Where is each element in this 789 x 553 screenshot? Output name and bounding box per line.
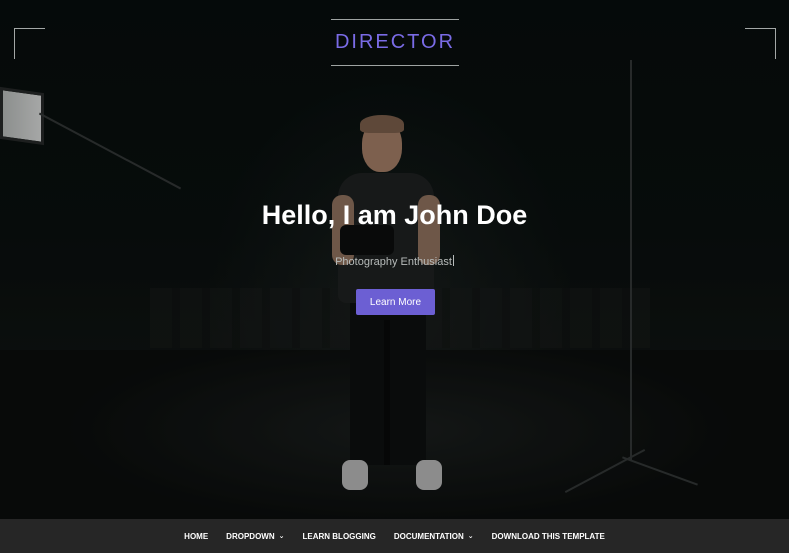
nav-item-dropdown[interactable]: DROPDOWN ⌄ bbox=[217, 532, 293, 541]
hero-subline: Photography Enthusiast bbox=[0, 255, 789, 268]
learn-more-button[interactable]: Learn More bbox=[356, 289, 435, 315]
nav-item-label: DOWNLOAD THIS TEMPLATE bbox=[491, 531, 605, 541]
hero-section: DIRECTOR Hello, I am John Doe Photograph… bbox=[0, 0, 789, 519]
nav-item-label: HOME bbox=[184, 531, 209, 541]
main-navigation: HOME DROPDOWN ⌄ LEARN BLOGGING DOCUMENTAT… bbox=[0, 519, 789, 553]
nav-item-label: DROPDOWN bbox=[226, 531, 275, 541]
corner-bracket-top-left bbox=[14, 28, 45, 59]
hero-headline: Hello, I am John Doe bbox=[261, 200, 528, 230]
hero-subline-text: Photography Enthusiast bbox=[335, 256, 452, 268]
corner-bracket-top-right bbox=[745, 28, 776, 59]
nav-item-home[interactable]: HOME bbox=[175, 532, 217, 541]
site-logo[interactable]: DIRECTOR bbox=[331, 19, 459, 66]
nav-item-label: LEARN BLOGGING bbox=[302, 531, 376, 541]
nav-item-documentation[interactable]: DOCUMENTATION ⌄ bbox=[385, 532, 483, 541]
logo-text[interactable]: DIRECTOR bbox=[335, 31, 455, 54]
chevron-down-icon: ⌄ bbox=[467, 533, 474, 540]
typing-cursor bbox=[452, 255, 454, 266]
chevron-down-icon: ⌄ bbox=[278, 533, 285, 540]
nav-item-label: DOCUMENTATION bbox=[393, 531, 464, 541]
nav-item-download-template[interactable]: DOWNLOAD THIS TEMPLATE bbox=[483, 532, 614, 541]
nav-item-learn-blogging[interactable]: LEARN BLOGGING bbox=[294, 532, 385, 541]
